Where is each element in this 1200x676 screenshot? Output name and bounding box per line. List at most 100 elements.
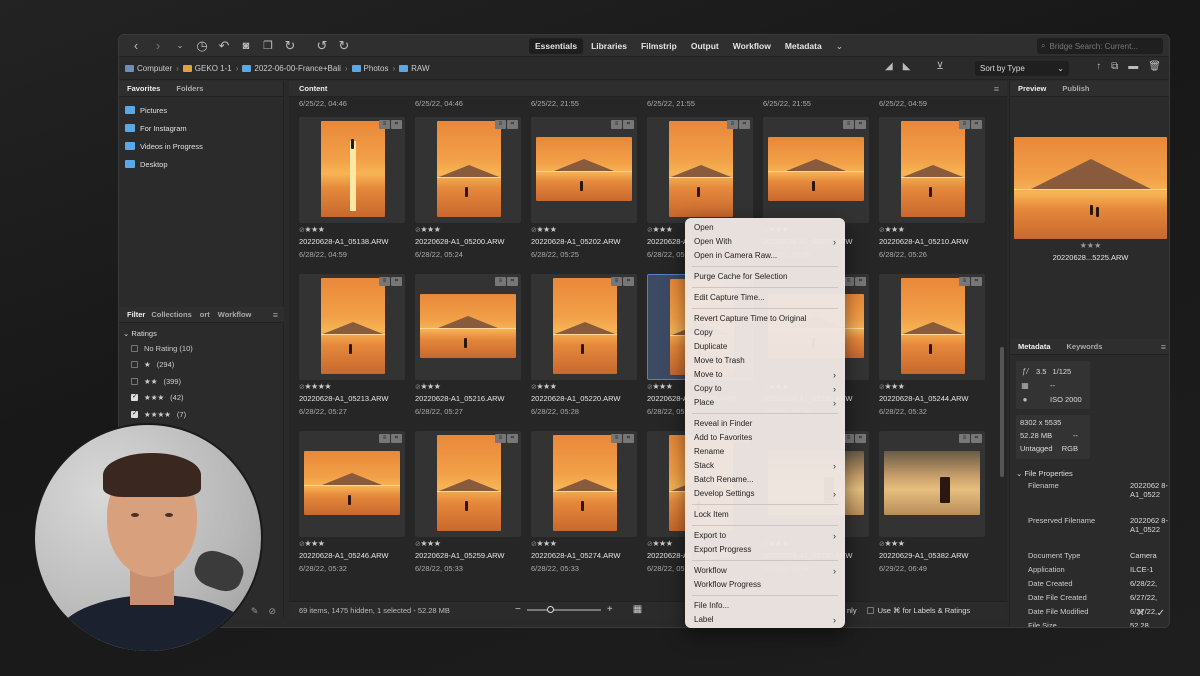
back-icon[interactable]: ‹ [129,38,143,53]
breadcrumb-item[interactable]: Photos [351,64,388,73]
thumbnail-cell[interactable]: ≡ ⌗ ⊘★★★ 20220628-A1_05216.ARW 6/28/22, 05:2… [415,274,521,424]
open-recent-icon[interactable]: ⧉ [1111,61,1118,72]
sort-direction-icon[interactable]: ↑ [1096,61,1101,72]
recent-icon[interactable]: ◷ [195,38,209,54]
filter-checkbox[interactable] [131,409,138,418]
rating-stars[interactable]: ★★★ [536,382,557,391]
panel-menu-icon[interactable]: ≡ [273,310,284,320]
rating-filter-row[interactable]: No Rating (10) [119,340,284,357]
boomerang-icon[interactable]: ↶ [217,38,231,54]
filter-icon[interactable]: ⊻ [936,61,943,72]
filter-checkbox[interactable] [131,344,138,352]
forward-icon[interactable]: › [151,38,165,53]
thumbnail-cell[interactable]: ≡ ⌗ ⊘★★★ 20220628-A1_05202.ARW 6/28/22, 05:2… [531,117,637,267]
menu-item-move-to[interactable]: Move to › [685,368,845,382]
tab-workflow[interactable]: Workflow [214,310,256,319]
chevron-down-icon[interactable]: ⌄ [173,41,187,50]
sort-dropdown[interactable]: Sort by Type ⌄ [975,61,1069,76]
quality-icon[interactable]: ◢ [885,61,893,72]
rating-stars[interactable]: ★★★★ [304,382,331,391]
menu-item-place[interactable]: Place › [685,396,845,410]
thumbnail-cell[interactable]: ≡ ⌗ ⊘★★★ 20220629-A1_05382.ARW 6/29/22, 06:4… [879,431,985,581]
camera-icon[interactable]: ◙ [239,40,253,52]
scrollbar-thumb[interactable] [1000,347,1004,477]
zoom-out-icon[interactable]: − [515,604,521,615]
menu-item-purge-cache-for-selection[interactable]: Purge Cache for Selection [685,270,845,284]
preview-image[interactable] [1014,137,1167,239]
breadcrumb-item[interactable]: 2022-06-00-France+Bali [242,64,341,73]
panel-menu-icon[interactable]: ≡ [1161,342,1169,352]
thumbnail[interactable]: ≡⌗ [763,117,869,223]
rating-stars[interactable]: ★★★ [884,539,905,548]
favorite-item[interactable]: For Instagram [119,119,283,137]
rating-filter-icon[interactable]: ◣ [903,61,911,72]
rating-stars[interactable]: ★★★ [652,382,673,391]
thumbnail-cell[interactable]: ≡ ⌗ ⊘★★★ 20220628-A1_05220.ARW 6/28/22, 05:2… [531,274,637,424]
tab-folders[interactable]: Folders [168,84,211,93]
tab-export[interactable]: ort [196,310,214,319]
thumbnail-cell[interactable]: ≡ ⌗ ⊘★★★ 20220628-A1_05200.ARW 6/28/22, 05:2… [415,117,521,267]
menu-item-batch-rename[interactable]: Batch Rename... [685,473,845,487]
breadcrumb-item[interactable]: GEKO 1-1 [182,64,232,73]
new-folder-icon[interactable]: ▬ [1128,61,1138,72]
menu-item-open[interactable]: Open [685,221,845,235]
thumbnail[interactable]: ≡⌗ [299,117,405,223]
thumbnail[interactable]: ≡⌗ [415,117,521,223]
menu-item-reveal-in-finder[interactable]: Reveal in Finder [685,417,845,431]
menu-item-duplicate[interactable]: Duplicate [685,340,845,354]
menu-item-workflow[interactable]: Workflow › [685,564,845,578]
thumbnail-cell[interactable]: ≡ ⌗ ⊘★★★ 20220628-A1_05210.ARW 6/28/22, 05:2… [879,117,985,267]
ratings-group-header[interactable]: ⌄ Ratings [119,323,284,340]
labels-checkbox[interactable] [866,607,874,614]
menu-item-rename[interactable]: Rename [685,445,845,459]
menu-item-workflow-progress[interactable]: Workflow Progress [685,578,845,592]
thumbnail[interactable]: ≡⌗ [531,274,637,380]
thumbnail[interactable]: ≡⌗ [879,274,985,380]
thumbnail[interactable]: ≡⌗ [299,274,405,380]
rating-stars[interactable]: ★★★ [884,225,905,234]
clear-filter-icon[interactable]: ⊘ [268,606,276,617]
workspace-tab-libraries[interactable]: Libraries [585,38,633,54]
menu-item-file-info[interactable]: File Info... [685,599,845,613]
breadcrumb-item[interactable]: Computer [125,64,172,73]
menu-item-stack[interactable]: Stack › [685,459,845,473]
thumbnail[interactable]: ≡⌗ [531,117,637,223]
filter-checkbox[interactable] [131,377,138,385]
pin-icon[interactable]: ✎ [251,606,259,617]
rotate-icon[interactable]: ↻ [283,38,297,54]
workspace-tab-metadata[interactable]: Metadata [779,38,828,54]
filter-checkbox[interactable] [131,361,138,369]
zoom-slider[interactable] [526,605,601,613]
menu-item-label[interactable]: Label › [685,613,845,627]
thumbnail-cell[interactable]: ≡ ⌗ ⊘★★★ 20220628-A1_05138.ARW 6/28/22, 04:5… [299,117,405,267]
file-properties-header[interactable]: ⌄ File Properties [1010,469,1169,481]
thumbnail[interactable]: ≡⌗ [415,274,521,380]
menu-item-develop-settings[interactable]: Develop Settings › [685,487,845,501]
menu-item-open-in-camera-raw[interactable]: Open in Camera Raw... [685,249,845,263]
menu-item-copy-to[interactable]: Copy to › [685,382,845,396]
thumbnail[interactable]: ≡⌗ [531,431,637,537]
thumbnail[interactable]: ≡⌗ [647,117,753,223]
rating-stars[interactable]: ★★★ [652,539,673,548]
grid-view-icon[interactable]: ▦ [633,604,642,615]
thumbnail-cell[interactable]: ≡ ⌗ ⊘★★★★ 20220628-A1_05213.ARW 6/28/22, 05:… [299,274,405,424]
tab-publish[interactable]: Publish [1054,84,1097,93]
thumbnail-cell[interactable]: ≡ ⌗ ⊘★★★ 20220628-A1_05274.ARW 6/28/22, 05:3… [531,431,637,581]
rating-stars[interactable]: ★★★ [304,539,325,548]
tab-preview[interactable]: Preview [1010,84,1054,93]
thumbnail[interactable]: ≡⌗ [299,431,405,537]
zoom-slider-knob[interactable] [546,605,554,613]
chevron-down-icon[interactable]: ⌄ [830,41,850,52]
tab-favorites[interactable]: Favorites [119,84,168,93]
menu-item-lock-item[interactable]: Lock Item [685,508,845,522]
thumbnail[interactable]: ≡⌗ [415,431,521,537]
tab-filter[interactable]: Filter [119,310,147,319]
rating-stars[interactable]: ★★★ [884,382,905,391]
rating-stars[interactable]: ★★★ [652,225,673,234]
search-field[interactable]: ⌕ Bridge Search: Current... [1037,38,1163,54]
redo-icon[interactable]: ↻ [337,38,351,54]
rating-stars[interactable]: ★★★ [536,225,557,234]
menu-item-add-to-favorites[interactable]: Add to Favorites [685,431,845,445]
zoom-in-icon[interactable]: + [607,604,613,615]
rating-stars[interactable]: ★★★ [420,539,441,548]
